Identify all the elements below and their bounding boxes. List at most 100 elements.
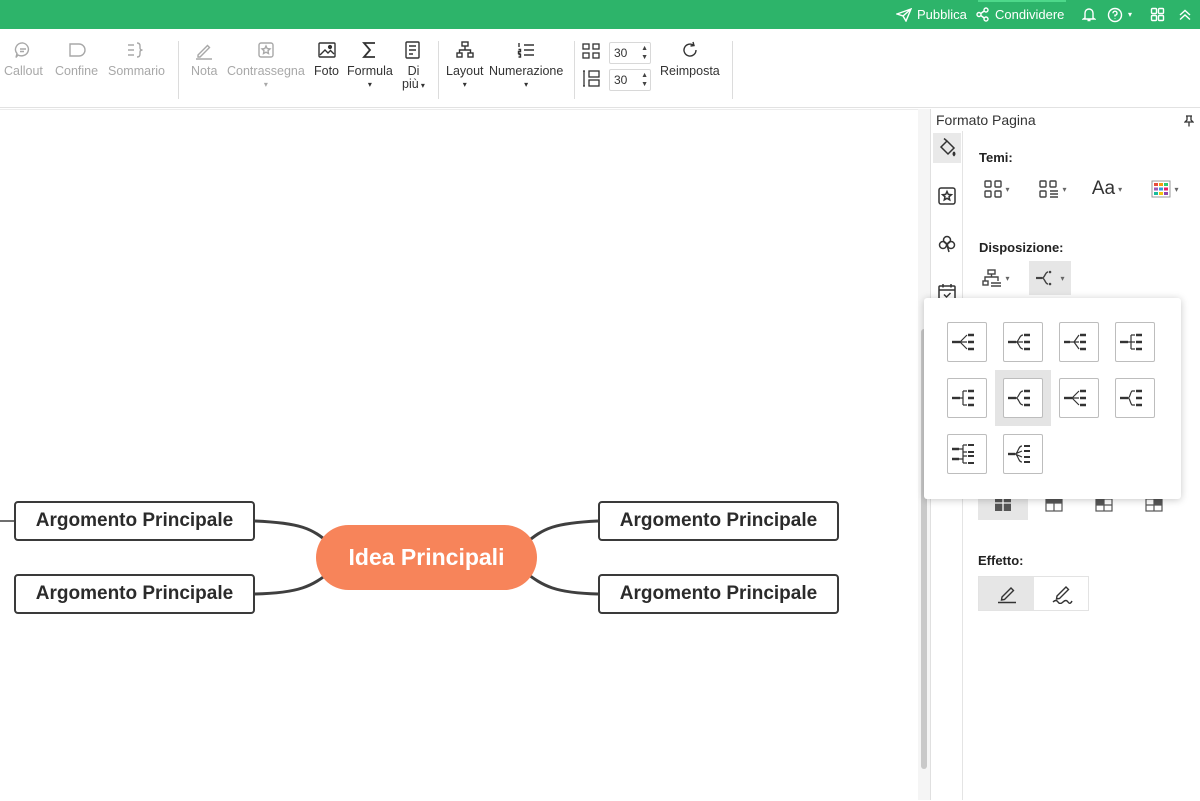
central-idea-node[interactable]: Idea Principali (316, 525, 537, 590)
horizontal-spacing-icon (582, 43, 600, 59)
connector-line (524, 519, 599, 546)
pen-icon (997, 586, 1016, 603)
more-label-2: più (402, 77, 419, 91)
layout-option[interactable] (1059, 322, 1099, 362)
collapse-button[interactable] (1178, 0, 1192, 29)
layout-map-icon (1064, 389, 1086, 407)
toolbar-divider (574, 41, 575, 99)
apps-button[interactable] (1150, 0, 1165, 29)
layout-option[interactable] (1003, 434, 1043, 474)
image-icon (317, 42, 336, 58)
effect-normal-button[interactable] (979, 577, 1034, 610)
boundary-button[interactable]: Confine (55, 39, 98, 78)
tab-clipart[interactable] (933, 229, 961, 259)
layout-option[interactable] (1003, 322, 1043, 362)
themes-label: Temi: (979, 150, 1013, 165)
layout-option[interactable] (1115, 322, 1155, 362)
callout-button[interactable]: Callout (4, 39, 43, 78)
layout-option[interactable] (947, 378, 987, 418)
main-topic-label: Argomento Principale (619, 510, 818, 531)
numbering-button[interactable]: Numerazione ▾ (489, 39, 563, 90)
chevron-up-icon (1179, 9, 1191, 20)
table-icon (1095, 498, 1113, 512)
layout-label: Layout (446, 64, 484, 78)
layout-map-icon (1064, 333, 1086, 351)
mark-label: Contrassegna (227, 64, 305, 78)
tab-mark[interactable] (933, 181, 961, 211)
mark-button[interactable]: Contrassegna ▾ (227, 39, 305, 90)
pen-scribble-icon (1052, 585, 1073, 604)
table-icon (1145, 498, 1163, 512)
chevron-down-icon: ▾ (462, 80, 467, 89)
note-label: Nota (191, 64, 218, 78)
layout-button[interactable]: Layout ▾ (446, 39, 484, 90)
summary-icon (128, 42, 144, 58)
structure-button[interactable]: ▾ (977, 261, 1015, 295)
notifications-button[interactable] (1082, 0, 1096, 29)
mindmap-canvas[interactable] (0, 109, 918, 800)
caret-up-icon: ▲ (641, 45, 648, 52)
stepper-arrows[interactable]: ▲ ▼ (641, 44, 648, 62)
boundary-icon (68, 43, 86, 57)
publish-label: Pubblica (917, 7, 967, 22)
main-topic-node[interactable]: Argomento Principale (14, 574, 255, 614)
vertical-spacing-icon (583, 70, 600, 87)
pencil-icon (196, 44, 213, 60)
font-theme-button[interactable]: Aa ▾ (1087, 172, 1127, 206)
layout-map-icon (952, 444, 974, 464)
caret-down-icon: ▼ (641, 54, 648, 61)
top-bar: Pubblica Condividere ▾ (0, 0, 1200, 29)
main-topic-node[interactable]: Argomento Principale (598, 574, 839, 614)
star-square-icon (938, 187, 956, 205)
note-button[interactable]: Nota (191, 39, 217, 78)
numbered-list-icon (517, 43, 535, 58)
chevron-down-icon: ▾ (367, 80, 372, 89)
main-topic-label: Argomento Principale (35, 510, 234, 531)
main-topic-node[interactable]: Argomento Principale (14, 501, 255, 541)
map-layout-icon (1036, 270, 1052, 286)
layout-option[interactable] (947, 434, 987, 474)
layout-map-icon (1120, 333, 1142, 351)
effect-hand-drawn-button[interactable] (1034, 577, 1089, 610)
vertical-spacing-stepper[interactable]: 30 ▲ ▼ (609, 69, 651, 91)
layout-type-button[interactable]: ▾ (1029, 261, 1071, 295)
theme-grid-icon (984, 180, 1003, 198)
color-palette-icon (1151, 180, 1171, 198)
theme-button[interactable]: ▾ (977, 172, 1017, 206)
main-topic-label: Argomento Principale (619, 583, 818, 604)
apps-icon (1150, 7, 1165, 22)
tab-page-format[interactable] (933, 133, 961, 163)
pin-icon[interactable] (1184, 115, 1194, 127)
more-button[interactable]: Di più ▾ (402, 39, 425, 92)
layout-option[interactable] (1059, 378, 1099, 418)
numbering-label: Numerazione (489, 64, 564, 78)
formula-button[interactable]: Formula ▾ (347, 39, 393, 90)
toolbar-divider (178, 41, 179, 99)
share-icon (976, 7, 989, 22)
reset-button[interactable]: Reimposta (660, 39, 720, 78)
photo-button[interactable]: Foto (314, 39, 339, 78)
publish-button[interactable]: Pubblica (896, 0, 967, 29)
toolbar-divider (438, 41, 439, 99)
theme-style-button[interactable]: ▾ (1033, 172, 1073, 206)
summary-label: Sommario (108, 64, 165, 78)
mark-icon (258, 42, 274, 58)
layout-option[interactable] (947, 322, 987, 362)
boundary-label: Confine (55, 64, 99, 78)
main-topic-node[interactable]: Argomento Principale (598, 501, 839, 541)
org-chart-icon (982, 269, 1002, 287)
help-icon (1107, 7, 1123, 22)
color-theme-button[interactable]: ▾ (1145, 172, 1185, 206)
stepper-arrows[interactable]: ▲ ▼ (641, 71, 648, 89)
summary-button[interactable]: Sommario (108, 39, 165, 78)
org-chart-icon (456, 41, 474, 58)
send-icon (896, 7, 912, 22)
share-button[interactable]: Condividere (975, 0, 1064, 29)
layout-map-icon (1008, 333, 1030, 351)
layout-option[interactable] (1115, 378, 1155, 418)
layout-option-selected[interactable] (1003, 378, 1043, 418)
help-button[interactable]: ▾ (1107, 0, 1132, 29)
chevron-down-icon: ▾ (1062, 184, 1067, 194)
horizontal-spacing-stepper[interactable]: 30 ▲ ▼ (609, 42, 651, 64)
font-theme-label: Aa (1091, 178, 1116, 199)
